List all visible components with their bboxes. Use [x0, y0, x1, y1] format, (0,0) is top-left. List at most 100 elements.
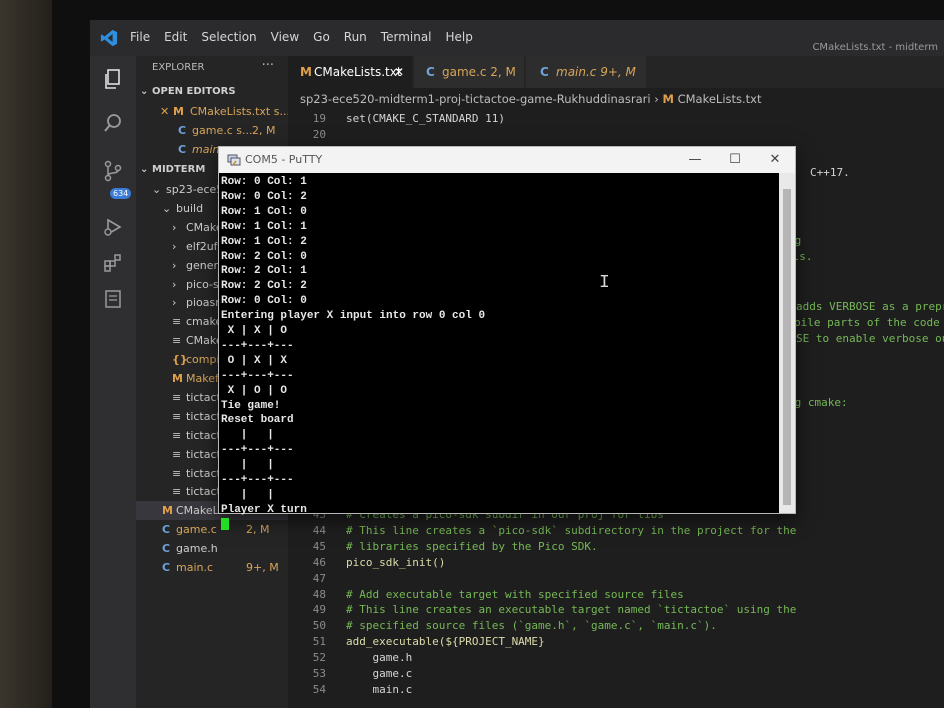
cmake-file-icon: M: [172, 372, 183, 385]
tree-item-label: cmake: [186, 315, 223, 329]
extensions-icon[interactable]: [100, 252, 126, 278]
open-editor-name: main: [192, 143, 220, 156]
menu-view[interactable]: View: [271, 30, 299, 44]
menu-bar: File Edit Selection View Go Run Terminal…: [130, 30, 473, 44]
code-line: # This line creates an executable target…: [346, 603, 797, 617]
text-file-icon: ≡: [172, 485, 182, 499]
terminal-line: X | O | O: [221, 384, 288, 397]
cmake-file-icon: M: [662, 92, 674, 106]
remote-icon[interactable]: [100, 288, 126, 314]
terminal-output[interactable]: I Row: 0 Col: 1 Row: 0 Col: 2 Row: 1 Col: …: [219, 173, 779, 530]
menu-go[interactable]: Go: [313, 30, 330, 44]
source-control-icon[interactable]: [100, 160, 126, 186]
code-fragment: adds VERBOSE as a prepr: [796, 300, 944, 313]
open-editor-game-c[interactable]: C game.c s... 2, M: [136, 121, 288, 140]
menu-file[interactable]: File: [130, 30, 150, 44]
terminal-line: X | X | O: [221, 325, 288, 337]
terminal-line: Row: 1 Col: 2: [221, 235, 307, 248]
code-line: # libraries specified by the Pico SDK.: [346, 539, 598, 553]
text-file-icon: ≡: [172, 428, 182, 442]
terminal-line: ---+---+---: [221, 369, 294, 382]
more-actions-icon[interactable]: ···: [262, 58, 274, 73]
line-number: 54: [312, 682, 326, 696]
text-cursor-icon: I: [599, 273, 610, 293]
terminal-line: Row: 1 Col: 0: [221, 205, 307, 218]
chevron-icon: ⌄: [152, 183, 162, 196]
putty-title-bar[interactable]: COM5 - PuTTY — ☐ ✕: [219, 147, 795, 173]
open-editor-status: 2, M: [252, 124, 276, 137]
editor-tabs: M CMakeLists.txt ✕ C game.c 2, M C main.…: [288, 56, 944, 88]
tree-item-label: Makefi: [186, 372, 222, 385]
scrollbar-thumb[interactable]: [783, 189, 791, 505]
window-title: CMakeLists.txt - midterm: [812, 42, 938, 53]
terminal-line: Reset board: [221, 414, 294, 427]
breadcrumb-folder[interactable]: sp23-ece520-midterm1-proj-tictactoe-game…: [300, 92, 651, 106]
files-icon[interactable]: [100, 68, 126, 94]
terminal-line: Entering player X input into row 0 col 0: [221, 310, 486, 323]
terminal-line: Row: 0 Col: 1: [221, 176, 307, 188]
menu-edit[interactable]: Edit: [164, 30, 187, 44]
vscode-logo-icon: [100, 29, 118, 47]
line-number: 20: [312, 128, 326, 141]
putty-window: COM5 - PuTTY — ☐ ✕ I Row: 0 Col: 1 Row: 0…: [218, 146, 796, 530]
terminal-line: ---+---+---: [221, 444, 294, 457]
menu-terminal[interactable]: Terminal: [381, 30, 432, 44]
c-file-icon: C: [162, 523, 171, 537]
tree-file[interactable]: Cgame.h: [136, 539, 288, 558]
minimize-button[interactable]: —: [681, 149, 709, 171]
chevron-icon: ›: [172, 296, 177, 310]
chevron-down-icon: ⌄: [140, 164, 149, 175]
tree-item-label: main.c: [176, 561, 214, 574]
c-file-icon: C: [178, 124, 187, 137]
line-number: 47: [312, 571, 326, 585]
code-line: set(CMAKE_C_STANDARD 11): [346, 112, 505, 125]
terminal-line: Row: 0 Col: 2: [221, 190, 307, 203]
code-line: # Add executable target with specified s…: [346, 587, 684, 601]
c-file-icon: C: [178, 143, 187, 156]
line-number: 45: [312, 539, 326, 553]
terminal-line: ---+---+---: [221, 474, 294, 486]
search-icon[interactable]: [100, 112, 126, 138]
terminal-line: Row: 1 Col: 1: [221, 220, 307, 233]
text-file-icon: ≡: [172, 409, 182, 423]
chevron-icon: ⌄: [162, 201, 172, 215]
c-file-icon: C: [426, 65, 435, 79]
code-line: game.c: [346, 667, 413, 680]
line-number: 52: [312, 651, 326, 665]
open-editor-cmakelists[interactable]: ✕ M CMakeLists.txt s...: [136, 102, 288, 121]
tree-file[interactable]: Cgame.c 2, M: [136, 520, 288, 539]
terminal-line: Row: 2 Col: 2: [221, 280, 307, 293]
tree-file[interactable]: Cmain.c 9+, M: [136, 558, 288, 577]
close-icon[interactable]: ✕: [394, 56, 404, 88]
line-number: 19: [312, 112, 326, 125]
code-line: add_executable(${PROJECT_NAME}: [346, 635, 545, 649]
terminal-scrollbar[interactable]: [779, 173, 795, 513]
open-editor-mark: ✕ M: [160, 105, 184, 118]
tab-main-c[interactable]: C main.c 9+, M: [526, 56, 646, 88]
menu-help[interactable]: Help: [446, 30, 473, 44]
vscode-window: File Edit Selection View Go Run Terminal…: [90, 20, 944, 708]
tree-item-label: game.c: [176, 523, 217, 537]
folder-label: MIDTERM: [152, 164, 206, 175]
terminal-line: Player X turn: [221, 503, 307, 516]
run-debug-icon[interactable]: [100, 216, 126, 242]
close-button[interactable]: ✕: [761, 149, 789, 171]
menu-run[interactable]: Run: [344, 30, 367, 44]
terminal-line: Row: 2 Col: 0: [221, 250, 307, 263]
text-file-icon: ≡: [172, 447, 182, 461]
code-line: # This line creates a `pico-sdk` subdire…: [346, 523, 797, 537]
line-number: 46: [312, 555, 326, 569]
menu-selection[interactable]: Selection: [201, 30, 256, 44]
chevron-icon: ›: [172, 258, 177, 272]
tab-label: main.c 9+, M: [556, 65, 636, 79]
line-number: 49: [312, 603, 326, 617]
chevron-icon: ›: [172, 277, 177, 291]
open-editors-section[interactable]: ⌄ OPEN EDITORS: [136, 82, 288, 101]
breadcrumb-file[interactable]: CMakeLists.txt: [678, 92, 762, 106]
breadcrumb: sp23-ece520-midterm1-proj-tictactoe-game…: [288, 88, 944, 110]
putty-title: COM5 - PuTTY: [245, 153, 323, 166]
code-fragment: C++17.: [810, 166, 850, 179]
maximize-button[interactable]: ☐: [721, 149, 749, 171]
tab-game-c[interactable]: C game.c 2, M: [414, 56, 524, 88]
tab-cmakelists[interactable]: M CMakeLists.txt ✕: [288, 56, 412, 88]
